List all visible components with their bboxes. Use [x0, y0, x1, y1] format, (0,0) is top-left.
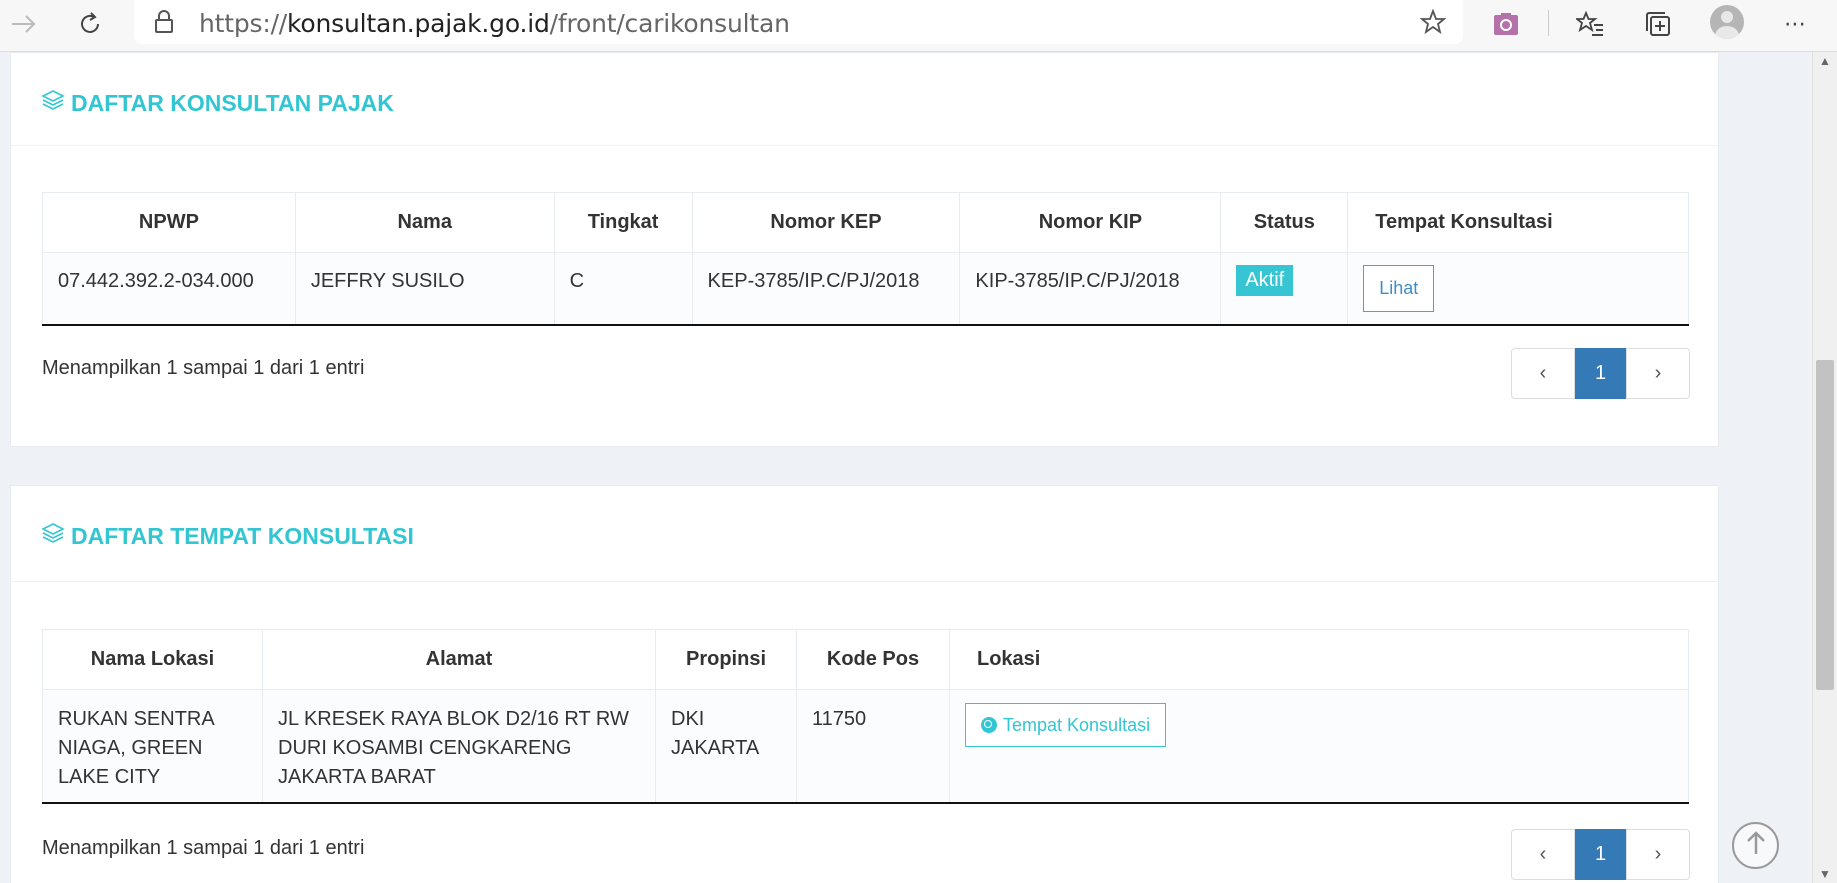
- browser-toolbar: https://konsultan.pajak.go.id/front/cari…: [0, 0, 1837, 52]
- pagination-next[interactable]: ›: [1626, 348, 1690, 399]
- scroll-top-button[interactable]: [1732, 822, 1779, 869]
- cell-alamat: JL KRESEK RAYA BLOK D2/16 RT RW DURI KOS…: [262, 689, 656, 804]
- forward-icon[interactable]: [6, 6, 42, 42]
- column-header[interactable]: Tempat Konsultasi: [1347, 192, 1689, 253]
- cell-tempat-konsultasi: Lihat: [1347, 252, 1689, 326]
- tempat-card-header: DAFTAR TEMPAT KONSULTASI: [11, 486, 1718, 582]
- column-header[interactable]: Nomor KEP: [691, 192, 961, 253]
- column-header[interactable]: NPWP: [42, 192, 296, 253]
- cell-tingkat: C: [553, 252, 693, 326]
- column-header[interactable]: Nama: [294, 192, 555, 253]
- cell-nama-lokasi: RUKAN SENTRA NIAGA, GREEN LAKE CITY: [42, 689, 263, 804]
- collections-icon[interactable]: [1640, 6, 1676, 42]
- pagination-prev[interactable]: ‹: [1511, 348, 1575, 399]
- column-header[interactable]: Nomor KIP: [959, 192, 1222, 253]
- scroll-up-arrow[interactable]: ▲: [1813, 52, 1837, 70]
- tempat-konsultasi-button[interactable]: Tempat Konsultasi: [965, 703, 1167, 747]
- tempat-card: DAFTAR TEMPAT KONSULTASI Nama Lokasi Ala…: [10, 485, 1719, 883]
- column-header[interactable]: Kode Pos: [796, 629, 950, 690]
- column-header[interactable]: Nama Lokasi: [42, 629, 263, 690]
- table-row: RUKAN SENTRA NIAGA, GREEN LAKE CITY JL K…: [42, 689, 1689, 804]
- arrow-up-icon: [1745, 830, 1767, 862]
- cell-nama: JEFFRY SUSILO: [294, 252, 555, 326]
- cell-npwp: 07.442.392.2-034.000: [42, 252, 296, 326]
- konsultan-title: DAFTAR KONSULTAN PAJAK: [41, 88, 394, 118]
- layers-icon: [41, 88, 71, 118]
- table-info: Menampilkan 1 sampai 1 dari 1 entri: [42, 357, 365, 379]
- url-text[interactable]: https://konsultan.pajak.go.id/front/cari…: [199, 9, 790, 38]
- pagination-next[interactable]: ›: [1626, 829, 1690, 880]
- lock-icon[interactable]: [154, 10, 174, 39]
- toolbar-separator: [1548, 10, 1549, 36]
- column-header[interactable]: Propinsi: [655, 629, 797, 690]
- column-header[interactable]: Status: [1220, 192, 1349, 253]
- cell-nomor-kip: KIP-3785/IP.C/PJ/2018: [959, 252, 1222, 326]
- table-row: 07.442.392.2-034.000 JEFFRY SUSILO C KEP…: [42, 252, 1689, 326]
- column-header[interactable]: Alamat: [262, 629, 656, 690]
- table-info: Menampilkan 1 sampai 1 dari 1 entri: [42, 837, 365, 859]
- refresh-icon[interactable]: [72, 6, 108, 42]
- more-icon[interactable]: ⋯: [1777, 6, 1813, 42]
- favorites-list-icon[interactable]: [1572, 6, 1608, 42]
- cell-kode-pos: 11750: [796, 689, 950, 804]
- cell-nomor-kep: KEP-3785/IP.C/PJ/2018: [691, 252, 961, 326]
- cell-lokasi: Tempat Konsultasi: [949, 689, 1689, 804]
- tempat-title: DAFTAR TEMPAT KONSULTASI: [41, 521, 414, 551]
- konsultan-card-header: DAFTAR KONSULTAN PAJAK: [11, 53, 1718, 146]
- konsultan-card: DAFTAR KONSULTAN PAJAK NPWP Nama Tingkat…: [10, 52, 1719, 447]
- vertical-scrollbar[interactable]: ▲ ▼: [1812, 52, 1837, 883]
- layers-icon: [41, 521, 71, 551]
- tempat-table: Nama Lokasi Alamat Propinsi Kode Pos Lok…: [42, 629, 1689, 804]
- address-bar[interactable]: https://konsultan.pajak.go.id/front/cari…: [134, 0, 1463, 44]
- lihat-button[interactable]: Lihat: [1363, 265, 1435, 312]
- pagination-page[interactable]: 1: [1575, 829, 1626, 880]
- column-header[interactable]: Tingkat: [553, 192, 693, 253]
- pagination-prev[interactable]: ‹: [1511, 829, 1575, 880]
- konsultan-table: NPWP Nama Tingkat Nomor KEP Nomor KIP St…: [42, 192, 1689, 326]
- cell-propinsi: DKI JAKARTA: [655, 689, 797, 804]
- pagination: ‹ 1 ›: [1511, 829, 1690, 880]
- scroll-down-arrow[interactable]: ▼: [1813, 865, 1837, 883]
- pagination-page[interactable]: 1: [1575, 348, 1626, 399]
- status-badge: Aktif: [1236, 265, 1294, 296]
- screenshot-icon[interactable]: [1488, 6, 1524, 42]
- cell-status: Aktif: [1220, 252, 1349, 326]
- column-header[interactable]: Lokasi: [949, 629, 1689, 690]
- favorite-star-icon[interactable]: [1419, 8, 1447, 40]
- globe-icon: [981, 717, 997, 733]
- pagination: ‹ 1 ›: [1511, 348, 1690, 399]
- profile-icon[interactable]: [1710, 5, 1744, 39]
- scrollbar-thumb[interactable]: [1816, 360, 1834, 690]
